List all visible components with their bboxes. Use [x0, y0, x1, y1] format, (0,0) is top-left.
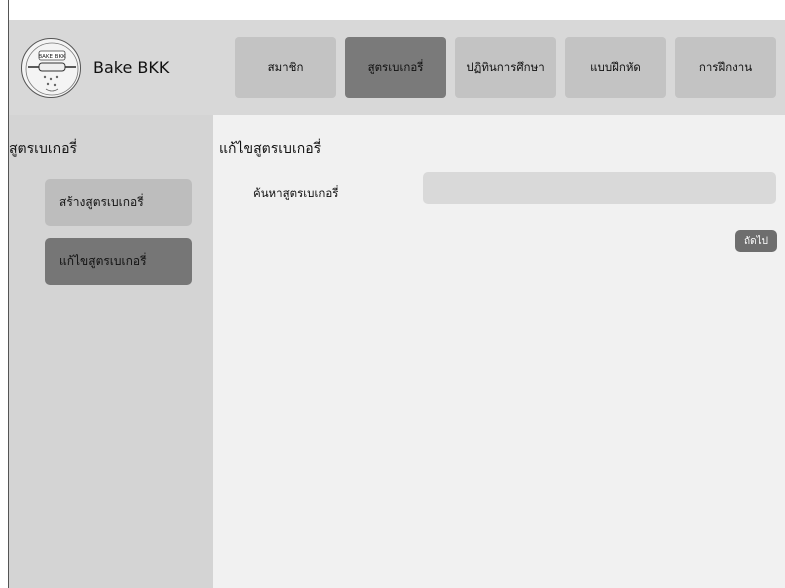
brand-name: Bake BKK — [93, 58, 170, 77]
logo-text: BAKE BKK — [38, 54, 66, 60]
logo-badge: BAKE BKK — [21, 38, 81, 98]
main-content: แก้ไขสูตรเบเกอรี่ ค้นหาสูตรเบเกอรี่ ถัดไ… — [213, 115, 785, 588]
nav-academic-calendar-button[interactable]: ปฏิทินการศึกษา — [455, 37, 556, 98]
nav-bakery-recipes-button[interactable]: สูตรเบเกอรี่ — [345, 37, 446, 98]
sidebar-title: สูตรเบเกอรี่ — [9, 141, 78, 157]
sidebar-item-create-recipe[interactable]: สร้างสูตรเบเกอรี่ — [45, 179, 192, 226]
sidebar: สูตรเบเกอรี่ สร้างสูตรเบเกอรี่ แก้ไขสูตร… — [9, 115, 213, 588]
app-frame: BAKE BKK Bake BKK สมาชิก สูตรเบเกอรี่ ปฏ… — [8, 0, 785, 588]
header: BAKE BKK Bake BKK สมาชิก สูตรเบเกอรี่ ปฏ… — [9, 20, 785, 115]
search-label: ค้นหาสูตรเบเกอรี่ — [253, 186, 339, 200]
rolling-pin-logo-icon: BAKE BKK — [25, 42, 79, 96]
search-input[interactable] — [423, 172, 776, 204]
sidebar-item-edit-recipe[interactable]: แก้ไขสูตรเบเกอรี่ — [45, 238, 192, 285]
nav-exercises-button[interactable]: แบบฝึกหัด — [565, 37, 666, 98]
brand-logo[interactable]: BAKE BKK Bake BKK — [19, 38, 219, 98]
next-button[interactable]: ถัดไป — [735, 230, 777, 252]
nav-internship-button[interactable]: การฝึกงาน — [675, 37, 776, 98]
page-title: แก้ไขสูตรเบเกอรี่ — [219, 141, 322, 157]
nav-members-button[interactable]: สมาชิก — [235, 37, 336, 98]
